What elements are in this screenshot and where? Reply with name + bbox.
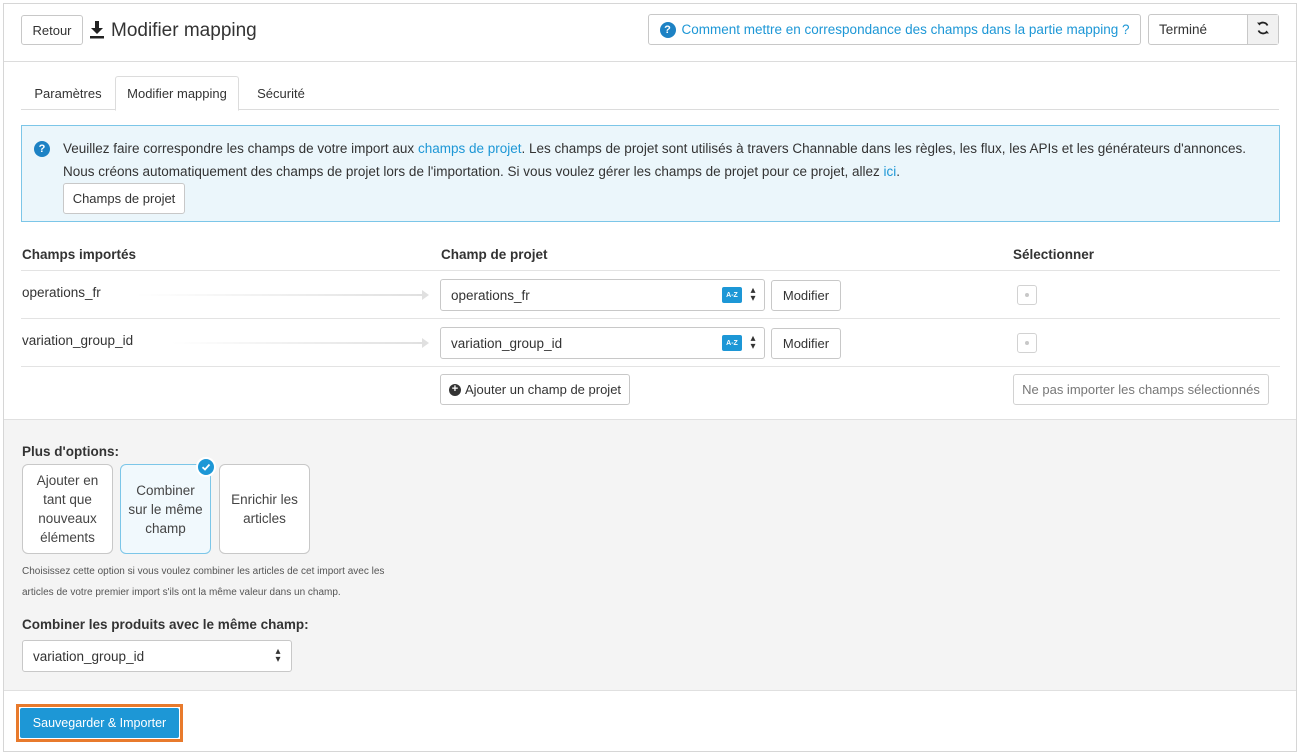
info-text: Veuillez faire correspondre les champs d… [63, 137, 1263, 183]
page-frame: Retour Modifier mapping ? Comment mettre… [3, 3, 1297, 752]
option-description: Choisissez cette option si vous voulez c… [22, 561, 442, 603]
tab-bar: Paramètres Modifier mapping Sécurité [21, 76, 1279, 111]
info-line-2: Nous créons automatiquement des champs d… [63, 160, 1263, 183]
select-checkbox[interactable] [1017, 285, 1037, 305]
arrow-line [136, 294, 423, 296]
modify-button[interactable]: Modifier [771, 328, 841, 359]
imported-field-label: operations_fr [22, 285, 101, 300]
back-button[interactable]: Retour [21, 15, 83, 45]
select-arrows-icon: ▴ ▾ [750, 333, 756, 352]
project-fields-link[interactable]: champs de projet [418, 141, 522, 156]
help-link[interactable]: ? Comment mettre en correspondance des c… [648, 14, 1141, 45]
add-project-field-label: Ajouter un champ de projet [464, 382, 622, 397]
project-field-value: variation_group_id [451, 335, 563, 351]
table-row: operations_fr operations_fr A-Z ▴ ▾ Modif… [21, 270, 1280, 318]
column-header-project: Champ de projet [441, 247, 548, 262]
select-arrows-icon: ▴ ▾ [750, 285, 756, 304]
manage-here-link[interactable]: ici [884, 164, 897, 179]
option-card-add-new[interactable]: Ajouter en tant que nouveaux éléments [22, 464, 113, 554]
checkbox-dot-icon [1025, 293, 1029, 297]
info-box: ? Veuillez faire correspondre les champs… [21, 125, 1280, 222]
column-header-imported: Champs importés [22, 247, 137, 262]
info-text-part: . Les champs de projet sont utilisés à t… [521, 141, 1246, 156]
option-description-line: Choisissez cette option si vous voulez c… [22, 566, 385, 577]
option-description-line: articles de votre premier import s'ils o… [22, 587, 341, 598]
download-icon [89, 20, 105, 42]
tab-modifier-mapping[interactable]: Modifier mapping [115, 76, 239, 111]
combine-field-label: Combiner les produits avec le même champ… [22, 617, 309, 632]
refresh-button[interactable] [1247, 15, 1278, 44]
option-card-enrich[interactable]: Enrichir les articles [219, 464, 310, 554]
option-card-combine[interactable]: Combiner sur le même champ [120, 457, 216, 554]
page-title-wrap: Modifier mapping [89, 17, 257, 45]
info-text-part: Nous créons automatiquement des champs d… [63, 164, 884, 179]
option-card-label: Enrichir les articles [231, 492, 298, 526]
status-box: Terminé [1148, 14, 1279, 45]
table-actions-row: + Ajouter un champ de projet Ne pas impo… [21, 366, 1280, 414]
question-icon: ? [34, 141, 50, 157]
select-arrows-icon: ▴ ▾ [275, 646, 281, 665]
combine-field-value: variation_group_id [33, 648, 145, 664]
status-text: Terminé [1159, 22, 1208, 37]
combine-field-select[interactable]: variation_group_id ▴ ▾ [22, 640, 292, 672]
info-text-part: . [896, 164, 901, 179]
refresh-icon [1256, 21, 1270, 38]
more-options-section: Plus d'options: Ajouter en tant que nouv… [4, 419, 1296, 691]
save-button-highlight: Sauvegarder & Importer [16, 704, 183, 742]
more-options-title: Plus d'options: [22, 444, 119, 459]
arrow-line [171, 342, 423, 344]
page-title: Modifier mapping [111, 20, 257, 41]
project-field-value: operations_fr [451, 287, 530, 303]
sort-az-icon: A-Z [722, 335, 742, 351]
checkbox-dot-icon [1025, 341, 1029, 345]
tab-parametres[interactable]: Paramètres [21, 76, 115, 110]
tab-securite[interactable]: Sécurité [239, 76, 323, 110]
sort-az-icon: A-Z [722, 287, 742, 303]
project-field-select[interactable]: variation_group_id A-Z ▴ ▾ [440, 327, 765, 359]
info-line-1: Veuillez faire correspondre les champs d… [63, 137, 1263, 160]
option-card-label: Ajouter en tant que nouveaux éléments [36, 473, 99, 545]
modify-button[interactable]: Modifier [771, 280, 841, 311]
question-icon: ? [659, 21, 676, 38]
header-bar: Retour Modifier mapping ? Comment mettre… [4, 4, 1296, 62]
plus-circle-icon: + [448, 383, 461, 396]
do-not-import-button[interactable]: Ne pas importer les champs sélectionnés [1013, 374, 1269, 405]
project-fields-button[interactable]: Champs de projet [63, 183, 185, 214]
add-project-field-button[interactable]: + Ajouter un champ de projet [440, 374, 630, 405]
check-icon [196, 457, 216, 477]
option-card-label: Combiner sur le même champ [128, 482, 203, 536]
save-import-button[interactable]: Sauvegarder & Importer [20, 708, 179, 738]
info-text-part: Veuillez faire correspondre les champs d… [63, 141, 418, 156]
arrow-right-icon [422, 290, 429, 300]
project-field-select[interactable]: operations_fr A-Z ▴ ▾ [440, 279, 765, 311]
column-header-select: Sélectionner [1013, 247, 1095, 262]
help-link-text: Comment mettre en correspondance des cha… [681, 22, 1130, 37]
arrow-right-icon [422, 338, 429, 348]
imported-field-label: variation_group_id [22, 333, 134, 348]
table-row: variation_group_id variation_group_id A-… [21, 318, 1280, 366]
select-checkbox[interactable] [1017, 333, 1037, 353]
